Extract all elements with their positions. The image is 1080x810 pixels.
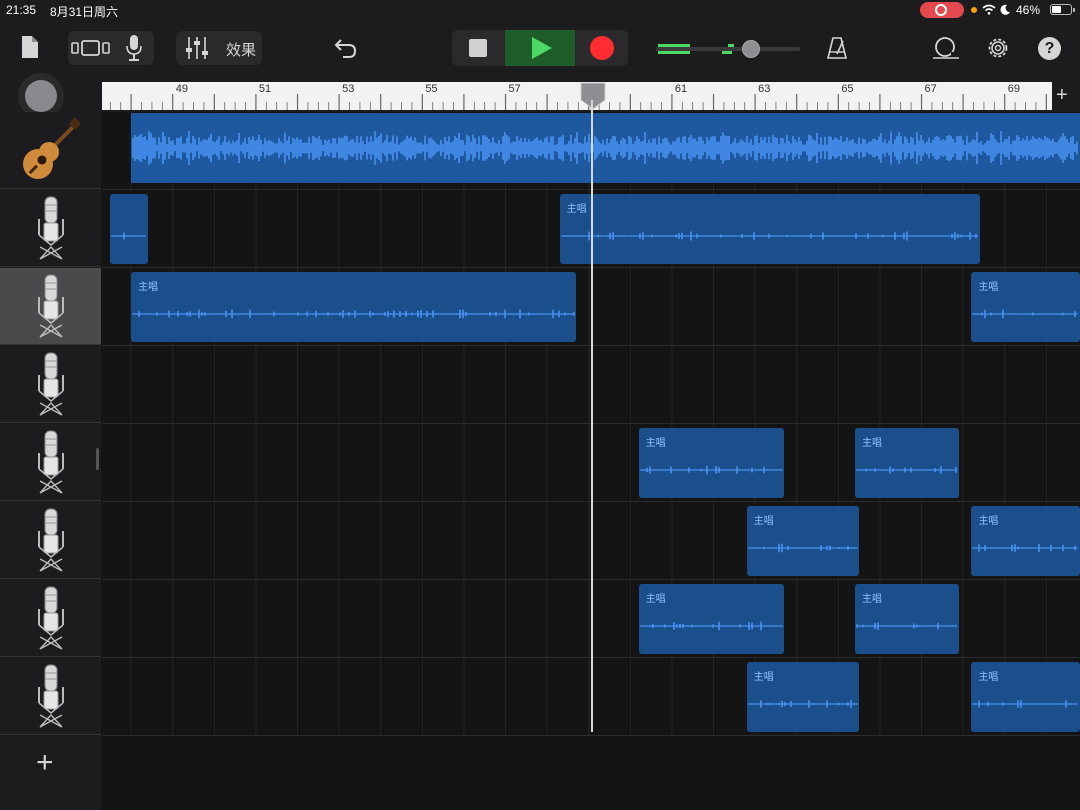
ruler-bar-number: 65 (841, 83, 854, 95)
playhead (591, 100, 593, 732)
track-header-5[interactable] (0, 424, 101, 501)
gear-icon[interactable] (986, 36, 1010, 60)
ruler-bar-number: 49 (175, 83, 188, 95)
document-icon[interactable] (20, 35, 40, 59)
tracks-view-icon[interactable] (71, 39, 111, 57)
level-peak-right (722, 51, 732, 54)
region-waveform (132, 131, 1078, 165)
microphone-icon (37, 274, 64, 338)
ruler-bar-number: 63 (758, 83, 771, 95)
ruler-bar-number: 61 (674, 83, 688, 95)
region-label: 主唱 (753, 516, 774, 527)
sliders-icon[interactable] (184, 36, 210, 60)
ruler-bar-number: 51 (258, 83, 272, 95)
region-label: 主唱 (978, 282, 999, 293)
status-date: 8月31日周六 (50, 5, 119, 19)
audio-region[interactable]: 主唱 (971, 506, 1080, 576)
battery-percent: 46% (1016, 3, 1041, 17)
transport-controls (452, 30, 628, 66)
ruler-bar-number: 55 (425, 83, 438, 95)
audio-region[interactable]: 主唱 (559, 194, 980, 264)
play-button[interactable] (505, 30, 575, 66)
timeline-ruler[interactable]: 4951535557596163656769 (102, 82, 1052, 110)
stop-button[interactable] (452, 30, 504, 66)
audio-region[interactable]: 主唱 (746, 506, 860, 576)
undo-icon[interactable] (334, 37, 358, 59)
region-label: 主唱 (566, 204, 587, 215)
microphone-icon (37, 430, 64, 494)
stop-icon (469, 39, 487, 57)
track-header-8[interactable] (0, 658, 101, 735)
record-button[interactable] (576, 30, 628, 66)
audio-region[interactable]: 主唱 (638, 584, 785, 654)
play-icon (532, 37, 552, 59)
region-label: 主唱 (138, 282, 159, 293)
audio-region[interactable]: 主唱 (854, 584, 959, 654)
master-volume-slider[interactable] (656, 40, 800, 58)
ruler-bar-number: 57 (508, 83, 521, 95)
microphone-icon[interactable] (124, 34, 144, 62)
region-label: 主唱 (861, 594, 882, 605)
audio-region[interactable]: 主唱 (638, 428, 785, 498)
region-waveform (132, 309, 575, 319)
audio-region[interactable]: 主唱 (746, 662, 860, 732)
add-track-button[interactable]: + (36, 748, 54, 778)
status-bar: 21:35 8月31日周六 46% (0, 0, 1080, 20)
waveform-path (132, 131, 1078, 165)
track-header-3[interactable] (0, 268, 101, 345)
audio-region[interactable] (110, 194, 148, 264)
ruler-bar-number: 67 (924, 83, 937, 95)
region-label: 主唱 (978, 516, 999, 527)
audio-region[interactable]: 主唱 (131, 272, 577, 342)
audio-region[interactable]: 主唱 (854, 428, 959, 498)
record-icon (590, 36, 614, 60)
microphone-icon (37, 352, 64, 416)
wifi-icon (982, 4, 996, 15)
region-waveform (111, 232, 147, 240)
track-header-7[interactable] (0, 580, 101, 657)
microphone-icon (37, 508, 64, 572)
status-time: 21:35 (6, 3, 37, 17)
region-label: 主唱 (753, 672, 774, 683)
effects-button[interactable]: 效果 (226, 39, 256, 60)
playhead-handle[interactable] (580, 82, 606, 110)
level-meter-right (658, 51, 690, 54)
audio-region[interactable] (131, 113, 1080, 183)
track-header-6[interactable] (0, 502, 101, 579)
help-icon[interactable]: ? (1038, 37, 1061, 60)
microphone-icon (37, 664, 64, 728)
track-header-2[interactable] (0, 190, 101, 267)
header-resize-handle[interactable] (96, 448, 99, 470)
region-waveform (560, 231, 978, 241)
track-header-4[interactable] (0, 346, 101, 423)
region-label: 主唱 (978, 672, 999, 683)
screen-recording-indicator[interactable] (920, 2, 964, 18)
acoustic-guitar-icon (22, 118, 81, 179)
region-label: 主唱 (645, 438, 666, 449)
battery-icon (1050, 4, 1075, 15)
ruler-bar-number: 69 (1007, 83, 1020, 95)
metronome-icon[interactable] (826, 36, 848, 60)
loop-icon[interactable] (931, 36, 961, 60)
region-label: 主唱 (861, 438, 882, 449)
ruler-bar-number: 53 (342, 83, 355, 95)
volume-knob[interactable] (742, 40, 760, 58)
toolbar: 效果 ? (0, 20, 1080, 78)
track-headers (0, 112, 101, 810)
level-meter-left (658, 44, 690, 47)
level-peak-left (728, 44, 734, 47)
audio-region[interactable]: 主唱 (971, 662, 1080, 732)
moon-icon (1000, 4, 1010, 15)
region-label: 主唱 (645, 594, 666, 605)
audio-region[interactable]: 主唱 (971, 272, 1080, 342)
microphone-icon (37, 586, 64, 650)
add-section-button[interactable]: + (1056, 84, 1068, 107)
microphone-icon (37, 196, 64, 260)
camera-in-use-dot (971, 7, 977, 13)
ruler-ticks (109, 94, 1047, 110)
track-header-1[interactable] (0, 112, 101, 189)
